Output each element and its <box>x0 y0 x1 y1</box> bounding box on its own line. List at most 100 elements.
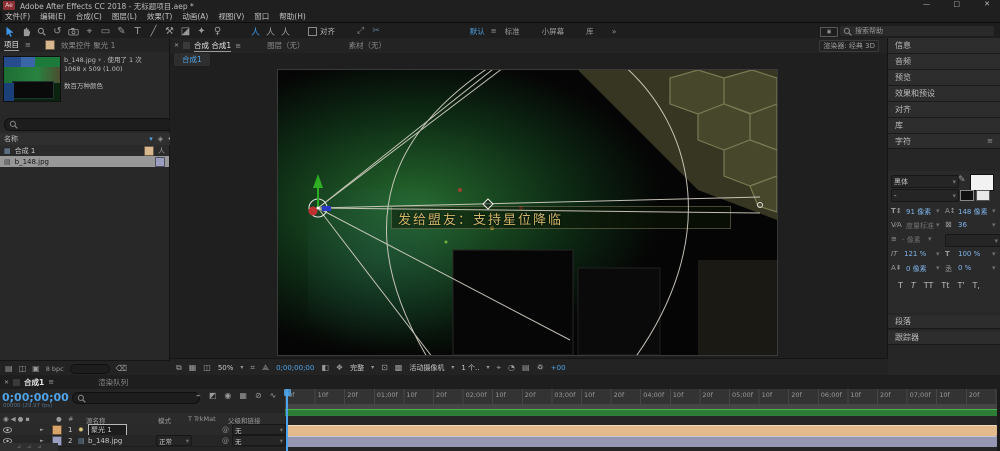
menu-item-8[interactable]: 帮助(H) <box>279 11 306 22</box>
composition-mini-flowchart-icon[interactable]: ⌁ <box>196 391 201 400</box>
workspace-overflow-button[interactable]: » <box>612 27 617 36</box>
exposure-control[interactable]: +00 <box>551 364 566 372</box>
column-name[interactable]: 名称 <box>4 134 18 144</box>
tab-render-queue[interactable]: 渲染队列 <box>98 377 128 388</box>
snapshot-icon[interactable]: ◧ <box>321 363 329 372</box>
horizontal-scale-value[interactable]: 100 % <box>958 250 980 258</box>
timeline-bottom-toggles[interactable]: ⊿ ⊿ ⊿ <box>0 443 58 451</box>
zoom-level-select-caret[interactable]: ▾ <box>240 364 243 371</box>
font-size-value[interactable]: 91 像素 <box>906 207 931 217</box>
sidebar-panel-5[interactable]: 库 <box>888 118 1000 134</box>
draft-3d-icon[interactable]: ◩ <box>209 391 217 400</box>
panel-menu-icon[interactable]: ≡ <box>25 41 31 49</box>
baseline-shift-value[interactable]: 0 像素 <box>906 264 927 274</box>
pen-tool[interactable]: ✎ <box>115 26 128 37</box>
z-axis-handle[interactable] <box>322 206 331 211</box>
interpret-footage-icon[interactable]: ▤ <box>5 364 13 373</box>
label-column-icon[interactable]: ◈ <box>158 135 163 143</box>
view-layout-select-caret[interactable]: ▾ <box>487 364 490 371</box>
camera-point-of-interest[interactable] <box>757 202 763 208</box>
menu-item-6[interactable]: 视图(V) <box>218 11 244 22</box>
menu-item-7[interactable]: 窗口 <box>254 11 269 22</box>
shape-tool[interactable]: ▭ <box>99 26 112 37</box>
number-column[interactable]: # <box>68 415 73 423</box>
baseline-grid-value[interactable]: - 像素 <box>902 235 921 245</box>
hide-shy-layers-icon[interactable]: ◉ <box>224 391 231 400</box>
leading-value[interactable]: 148 像素 <box>958 207 988 217</box>
anti-alias-select[interactable]: ▾ <box>945 234 1000 247</box>
tab-effect-controls[interactable]: 效果控件 聚光 1 <box>61 40 116 51</box>
panel-menu-icon[interactable]: ≡ <box>235 42 241 50</box>
layer-duration-bar[interactable] <box>287 425 997 436</box>
pixel-aspect-icon[interactable]: ⌖ <box>497 363 502 373</box>
project-item-composition[interactable]: ▦ 合成 1 人 <box>0 145 169 156</box>
pan-behind-tool[interactable]: ⌖ <box>83 26 96 37</box>
resolution-select[interactable]: 完整 <box>350 363 364 373</box>
sidebar-panel-1[interactable]: 音频 <box>888 54 1000 70</box>
channels-icon[interactable]: ❖ <box>336 363 343 372</box>
time-ruler[interactable]: 0f 10f 20f 01;00f 10f 20f 02;00f 10f 20f 03;00f 10… <box>285 389 1000 405</box>
toolbar-extra-icon-1[interactable]: ⤢ <box>357 26 364 36</box>
toolbar-extra-icon-2[interactable]: ✂ <box>372 26 380 36</box>
cti-handle[interactable] <box>284 389 291 396</box>
axis-mode-local[interactable]: 人 <box>251 25 260 38</box>
label-swatch[interactable] <box>155 156 165 167</box>
faux-style-3[interactable]: Tt <box>941 281 949 290</box>
workspace-4[interactable]: 库 <box>586 26 594 37</box>
menu-item-2[interactable]: 合成(C) <box>76 11 102 22</box>
camera-view-select[interactable]: 活动摄像机 <box>409 363 444 373</box>
roto-brush-tool[interactable]: ✦ <box>195 26 208 37</box>
snap-checkbox[interactable] <box>308 26 318 36</box>
sidebar-panel-2[interactable]: 预览 <box>888 70 1000 86</box>
parent-pick-whip-icon[interactable]: @ <box>222 426 229 434</box>
kerning-value[interactable]: 度量标准 <box>906 221 934 231</box>
parent-pick-whip-icon[interactable]: @ <box>222 437 229 445</box>
transparency-grid-icon[interactable]: ▩ <box>395 363 403 372</box>
grid-guides-icon[interactable]: ▦ <box>189 363 197 372</box>
sort-caret-icon[interactable]: ▾ <box>149 135 153 143</box>
expand-arrow-icon[interactable]: ► <box>40 427 44 433</box>
footage-caret-icon[interactable]: ▾ <box>98 56 101 64</box>
panel-menu-icon[interactable]: ≡ <box>48 378 54 386</box>
layer-name[interactable]: b_148.jpg <box>88 437 122 445</box>
delete-icon[interactable]: ⌫ <box>116 364 127 373</box>
faux-style-2[interactable]: TT <box>924 281 934 290</box>
project-bit-depth[interactable]: 8 bpc <box>46 365 64 373</box>
sidebar-panel-4[interactable]: 对齐 <box>888 102 1000 118</box>
blend-mode-select[interactable]: 正常 ▾ <box>156 435 192 446</box>
panel-menu-icon[interactable]: ≡ <box>987 137 993 145</box>
layer-name[interactable]: 聚光 1 <box>88 423 127 436</box>
tab-project[interactable]: 项目 <box>4 39 19 51</box>
menu-item-0[interactable]: 文件(F) <box>5 11 30 22</box>
snap-control[interactable]: 对齐 <box>308 26 335 37</box>
comp-chip[interactable]: 合成1 <box>174 53 210 66</box>
tab-footage[interactable]: 素材（无） <box>349 40 387 51</box>
puppet-pin-tool[interactable]: ♀ <box>211 26 224 37</box>
flowchart-button[interactable]: ♽ <box>537 363 544 372</box>
comp-viewport[interactable]: 发给盟友：支持星位降临 <box>277 69 778 356</box>
camera-wireframe[interactable] <box>278 70 777 355</box>
new-composition-icon[interactable]: ▣ <box>32 364 40 373</box>
faux-style-4[interactable]: T' <box>957 281 964 290</box>
sidebar-panel-3[interactable]: 效果和预设 <box>888 86 1000 102</box>
tsume-value[interactable]: 0 % <box>958 264 971 272</box>
selection-tool[interactable] <box>3 26 16 37</box>
help-search-box[interactable]: 搜索帮助 <box>840 26 994 36</box>
workspace-bar-icon[interactable]: ▣ <box>820 27 838 37</box>
axis-mode-view[interactable]: 人 <box>281 25 290 38</box>
tab-close-icon[interactable]: ✕ <box>4 379 9 386</box>
camera-view-select-caret[interactable]: ▾ <box>451 364 454 371</box>
tab-timeline-comp[interactable]: 合成1 <box>24 377 44 388</box>
ruler-icon[interactable]: ⌗ <box>250 363 255 373</box>
layer-label-swatch[interactable] <box>52 425 62 435</box>
faux-style-1[interactable]: T <box>911 281 916 290</box>
close-button[interactable]: ✕ <box>984 0 990 8</box>
mask-visibility-icon[interactable]: ◫ <box>203 363 211 372</box>
character-panel-header[interactable]: 字符 ≡ <box>888 134 1000 149</box>
new-folder-icon[interactable]: ◫ <box>19 364 27 373</box>
type-tool[interactable]: T <box>131 26 144 37</box>
x-axis-handle[interactable] <box>308 206 318 216</box>
tab-composition[interactable]: 合成 合成1 <box>194 40 232 52</box>
frame-blend-icon[interactable]: ▦ <box>239 391 247 400</box>
tracking-value[interactable]: 36 <box>958 221 967 229</box>
